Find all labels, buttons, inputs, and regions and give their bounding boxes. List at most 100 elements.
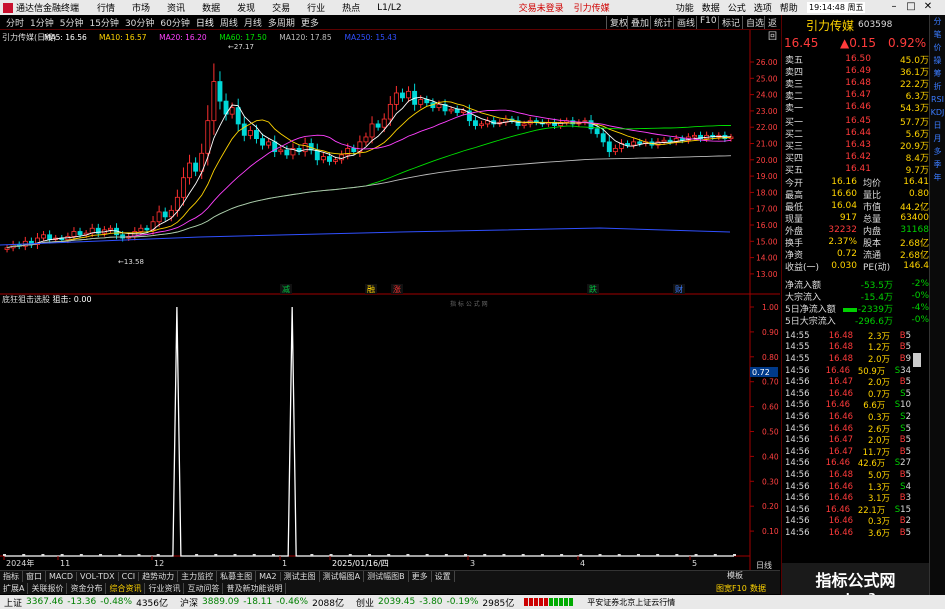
period-tab[interactable]: 60分钟 [160, 16, 189, 29]
bid-level[interactable]: 买五 16.41 9.7万 [785, 163, 929, 176]
period-tab[interactable]: 多周期 [268, 16, 295, 29]
period-tab[interactable]: 周线 [220, 16, 238, 29]
bid-level[interactable]: 买二 16.44 5.6万 [785, 127, 929, 140]
sidebar-item[interactable]: 日 [930, 119, 945, 132]
tick-row[interactable]: 14:55 16.48 1.2万 B 5 [785, 342, 911, 353]
sidebar-item[interactable]: 分 [930, 15, 945, 28]
tick-row[interactable]: 14:56 16.46 0.3万 B 2 [785, 516, 911, 527]
period-tab[interactable]: 分时 [6, 16, 24, 29]
tick-row[interactable]: 14:56 16.48 5.0万 B 5 [785, 469, 911, 481]
tick-row[interactable]: 14:56 16.46 50.9万 S 34 [785, 365, 911, 377]
ask-level[interactable]: 卖二 16.47 6.3万 [785, 89, 929, 102]
ask-level[interactable]: 卖一 16.46 54.3万 [785, 101, 929, 114]
extension-tab[interactable]: 互动问答 [184, 582, 224, 594]
sidebar-item[interactable]: 笔 [930, 28, 945, 41]
period-tab[interactable]: 15分钟 [89, 16, 118, 29]
tick-row[interactable]: 14:56 16.47 2.0万 B 5 [785, 376, 911, 388]
indicator-tab[interactable]: 窗口 [23, 571, 46, 582]
indicator-tab[interactable]: VOL-TDX [77, 572, 119, 581]
sidebar-item[interactable]: 操 [930, 54, 945, 67]
menu-right-item[interactable]: 数据 [702, 1, 720, 14]
bid-level[interactable]: 买三 16.43 20.9万 [785, 139, 929, 152]
tick-row[interactable]: 14:56 16.47 2.0万 B 5 [785, 434, 911, 446]
period-tab-selected[interactable]: 日线 [196, 16, 214, 29]
indicator-tab[interactable]: 更多 [409, 571, 432, 582]
ask-level[interactable]: 卖五 16.50 45.0万 [785, 53, 929, 66]
bid-level[interactable]: 买一 16.45 57.7万 [785, 115, 929, 128]
minimize-icon[interactable]: – [888, 1, 900, 13]
event-tags[interactable]: 减融涨跌财 [280, 284, 685, 294]
chart-area[interactable]: 引力传媒(日线) MA5: 16.56 MA10: 16.57 MA20: 16.2… [0, 30, 780, 570]
tick-scroll-thumb[interactable] [913, 353, 921, 367]
tool-button[interactable]: 标记 [718, 16, 743, 29]
close-icon[interactable]: ✕ [922, 1, 934, 13]
indicator-tab[interactable]: CCI [119, 572, 140, 581]
menu-right-item[interactable]: 选项 [754, 1, 772, 14]
login-status[interactable]: 交易未登录 [519, 1, 564, 14]
sidebar-item[interactable]: 筹 [930, 67, 945, 80]
sidebar-item[interactable]: 年 [930, 171, 945, 184]
extension-tab[interactable]: 普及新功能说明 [223, 582, 287, 594]
ask-level[interactable]: 卖四 16.49 36.1万 [785, 65, 929, 78]
tick-row[interactable]: 14:56 16.46 42.6万 S 27 [785, 458, 911, 469]
menu-item[interactable]: 发现 [237, 1, 255, 14]
menu-item[interactable]: 行业 [307, 1, 325, 14]
tick-row[interactable]: 14:55 16.48 2.0万 B 9 [785, 353, 911, 365]
menu-item[interactable]: 市场 [132, 1, 150, 14]
menu-item[interactable]: L1/L2 [377, 3, 402, 13]
menu-item[interactable]: 资讯 [167, 1, 185, 14]
sidebar-item[interactable]: 多 [930, 145, 945, 158]
f10-button[interactable]: 图宽F10 [716, 583, 747, 594]
tool-button[interactable]: F10 [696, 16, 720, 29]
indicator-tab[interactable]: 设置 [432, 571, 455, 582]
menu-item[interactable]: 热点 [342, 1, 360, 14]
sidebar-item[interactable]: RSI [930, 93, 945, 106]
tool-button[interactable]: 叠加 [627, 16, 652, 29]
tick-row[interactable]: 14:56 16.46 0.7万 S 5 [785, 388, 911, 400]
extension-tab[interactable]: 扩展A [0, 582, 29, 594]
indicator-tab[interactable]: 测试主图 [281, 571, 320, 582]
period-tab[interactable]: 30分钟 [125, 16, 154, 29]
period-tab[interactable]: 5分钟 [60, 16, 84, 29]
tick-row[interactable]: 14:56 16.46 1.3万 S 4 [785, 481, 911, 493]
menu-right-item[interactable]: 功能 [676, 1, 694, 14]
tool-button[interactable]: 返回 [764, 16, 780, 42]
menu-item[interactable]: 数据 [202, 1, 220, 14]
indicator-tab[interactable]: 指标 [0, 571, 23, 582]
tick-row[interactable]: 14:56 16.46 3.6万 B 5 [785, 527, 911, 539]
sidebar-item[interactable]: KDJ [930, 106, 945, 119]
sidebar-item[interactable]: 折 [930, 80, 945, 93]
tool-button[interactable]: 统计 [650, 16, 675, 29]
sidebar-item[interactable]: 价 [930, 41, 945, 54]
template-button[interactable]: 模板 [727, 570, 743, 581]
tick-row[interactable]: 14:56 16.46 6.6万 S 10 [785, 400, 911, 411]
indicator-tab[interactable]: 主力监控 [178, 571, 218, 582]
extension-tab[interactable]: 综合资讯 [106, 582, 146, 594]
indicator-tab[interactable]: MA2 [256, 572, 281, 581]
tool-button[interactable]: 画线 [673, 16, 698, 29]
period-tab[interactable]: 月线 [244, 16, 262, 29]
data-button[interactable]: 数据 [750, 583, 766, 594]
tick-row[interactable]: 14:55 16.48 2.3万 B 5 [785, 330, 911, 342]
indicator-tab[interactable]: 测试幅图A [320, 571, 365, 582]
menu-right-item[interactable]: 帮助 [780, 1, 798, 14]
sidebar-item[interactable]: 季 [930, 158, 945, 171]
extension-tab[interactable]: 行业资讯 [145, 582, 185, 594]
candles-group[interactable] [4, 63, 734, 253]
maximize-icon[interactable]: □ [905, 1, 917, 13]
sidebar-item[interactable]: 月 [930, 132, 945, 145]
indicator-tab[interactable]: MACD [46, 572, 77, 581]
tick-row[interactable]: 14:56 16.46 2.6万 S 5 [785, 423, 911, 435]
extension-tab[interactable]: 资金分布 [67, 582, 107, 594]
tick-row[interactable]: 14:56 16.46 0.3万 S 2 [785, 411, 911, 423]
indicator-tab[interactable]: 测试幅图B [364, 571, 409, 582]
indicator-tab[interactable]: 私募主图 [217, 571, 257, 582]
kline-chart-svg[interactable]: 引力传媒(日线) MA5: 16.56 MA10: 16.57 MA20: 16.2… [0, 30, 780, 570]
ask-level[interactable]: 卖三 16.48 22.2万 [785, 77, 929, 90]
period-tab[interactable]: 更多 [301, 16, 319, 29]
tick-row[interactable]: 14:56 16.46 3.1万 B 3 [785, 492, 911, 504]
tick-row[interactable]: 14:56 16.47 11.7万 B 5 [785, 446, 911, 458]
tick-row[interactable]: 14:56 16.46 22.1万 S 15 [785, 504, 911, 516]
menu-item[interactable]: 交易 [272, 1, 290, 14]
bid-level[interactable]: 买四 16.42 8.4万 [785, 151, 929, 164]
